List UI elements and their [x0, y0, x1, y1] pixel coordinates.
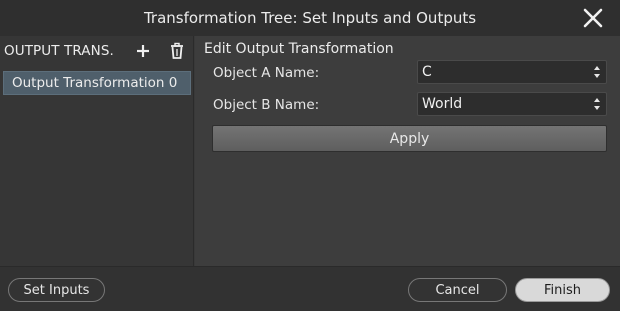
finish-button[interactable]: Finish: [515, 278, 610, 302]
title-bar: Transformation Tree: Set Inputs and Outp…: [0, 0, 620, 36]
updown-arrows-icon: [594, 66, 600, 78]
plus-icon: [137, 45, 149, 57]
close-button[interactable]: [580, 5, 606, 31]
sidebar-item-label: Output Transformation 0: [12, 75, 178, 91]
object-a-select[interactable]: C: [417, 60, 607, 84]
cancel-button[interactable]: Cancel: [408, 278, 507, 302]
updown-arrows-icon: [594, 98, 600, 110]
sidebar-title: OUTPUT TRANS.: [4, 43, 114, 59]
apply-button-label: Apply: [389, 131, 430, 147]
dialog-window: Transformation Tree: Set Inputs and Outp…: [0, 0, 620, 311]
set-inputs-button[interactable]: Set Inputs: [8, 278, 105, 302]
finish-label: Finish: [543, 283, 581, 298]
section-title: Edit Output Transformation: [204, 41, 394, 57]
footer-bar: Set Inputs Cancel Finish: [0, 266, 620, 311]
object-b-value: World: [422, 96, 463, 112]
object-a-label: Object A Name:: [213, 65, 320, 81]
close-icon: [583, 8, 603, 28]
edit-panel: Edit Output Transformation Object A Name…: [195, 36, 620, 266]
dialog-title: Transformation Tree: Set Inputs and Outp…: [143, 9, 477, 27]
delete-transformation-button[interactable]: [166, 40, 188, 62]
add-transformation-button[interactable]: [132, 40, 154, 62]
object-b-select[interactable]: World: [417, 92, 607, 116]
sidebar-item-output-transformation-0[interactable]: Output Transformation 0: [3, 71, 191, 95]
trash-icon: [171, 42, 183, 59]
cancel-label: Cancel: [435, 283, 480, 298]
object-b-label: Object B Name:: [213, 97, 320, 113]
object-a-value: C: [422, 64, 432, 80]
output-transformations-sidebar: OUTPUT TRANS. Output Transformation 0: [0, 36, 194, 266]
apply-button[interactable]: Apply: [212, 125, 607, 152]
set-inputs-label: Set Inputs: [23, 283, 90, 298]
sidebar-header: OUTPUT TRANS.: [0, 36, 194, 66]
